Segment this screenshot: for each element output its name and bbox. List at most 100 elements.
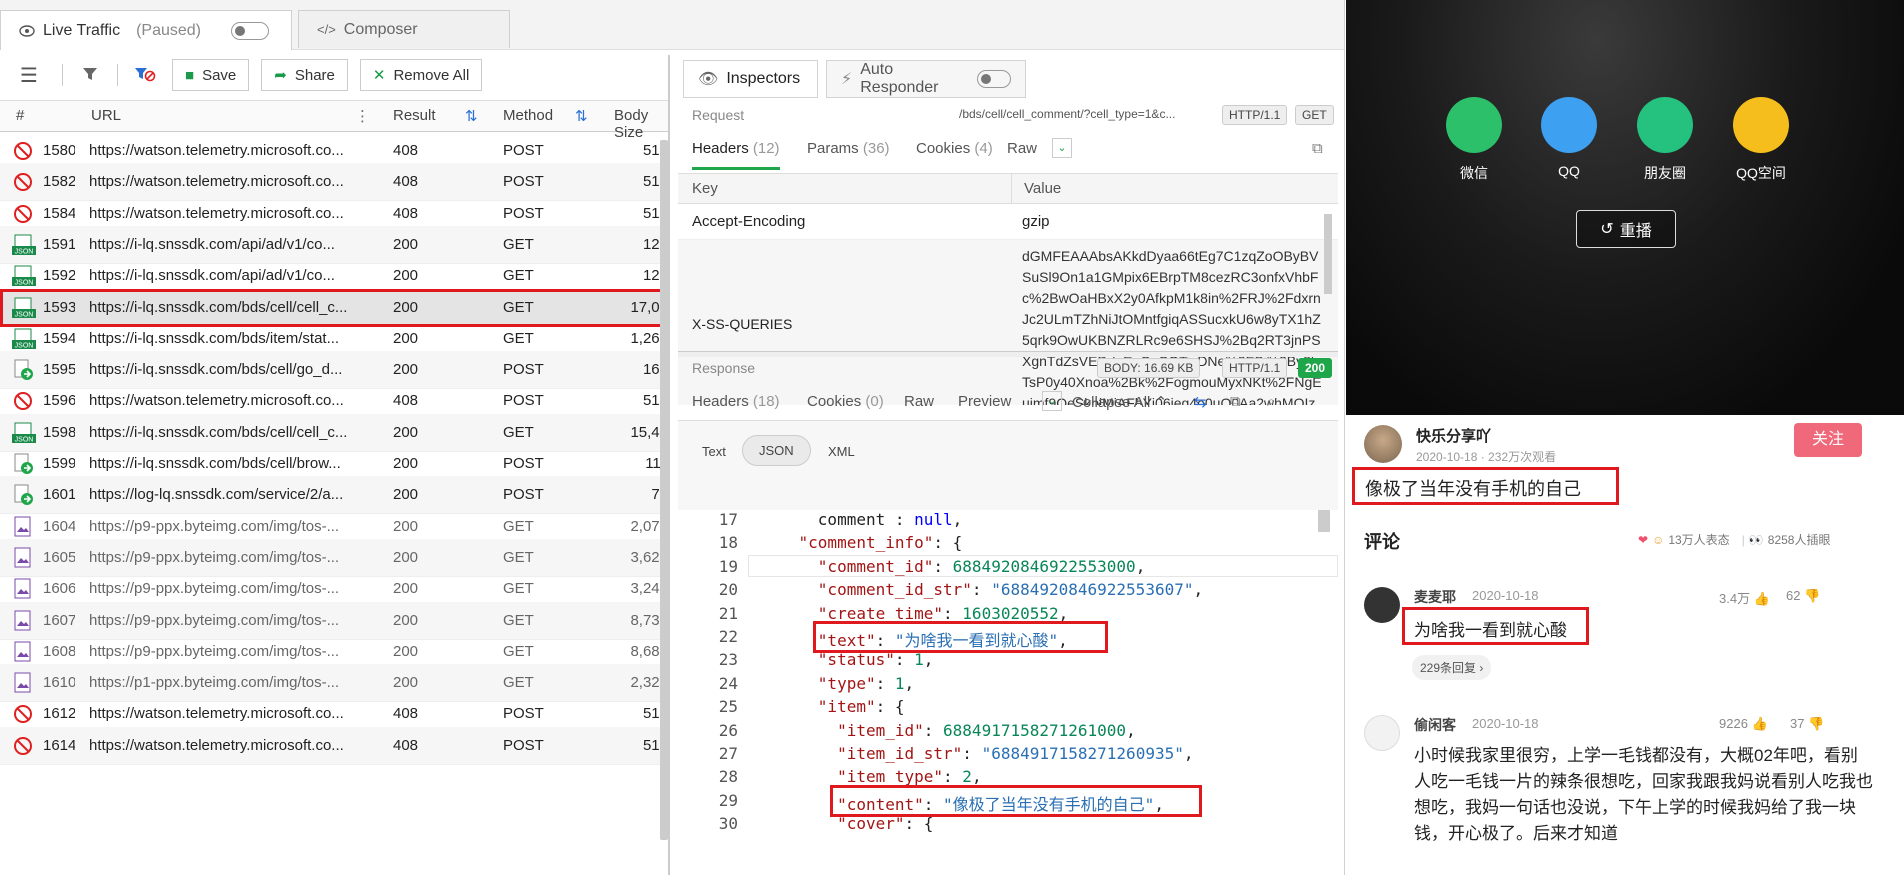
session-body-size: 3,622: [630, 548, 668, 566]
block-icon: [12, 390, 36, 412]
comment-user[interactable]: 偷闲客: [1414, 715, 1456, 735]
tab-resp-headers[interactable]: Headers (18): [692, 393, 780, 410]
col-result-header[interactable]: Result: [393, 107, 436, 124]
tab-resp-raw[interactable]: Raw: [904, 393, 934, 410]
tab-fmt-text[interactable]: Text: [702, 444, 726, 459]
scrollbar[interactable]: [1324, 214, 1332, 294]
filter-icon[interactable]: [75, 66, 105, 85]
clear-filter-icon[interactable]: [130, 66, 160, 85]
autoresponder-toggle[interactable]: [977, 70, 1011, 88]
collapse-all-button[interactable]: Collapse All ⌃: [1072, 393, 1167, 411]
tab-req-params[interactable]: Params (36): [807, 140, 890, 157]
avatar[interactable]: [1364, 425, 1402, 463]
session-body-size: 3,244: [630, 580, 668, 598]
request-http-version: HTTP/1.1: [1222, 105, 1288, 125]
splitter[interactable]: [668, 55, 670, 875]
tab-composer[interactable]: </> Composer: [298, 10, 510, 48]
session-result: 408: [393, 705, 419, 723]
remove-all-button[interactable]: ✕ Remove All: [359, 59, 483, 91]
session-url: https://watson.telemetry.microsoft.co...: [89, 173, 344, 191]
col-id-header[interactable]: #: [16, 107, 24, 124]
session-id: 1595: [43, 361, 75, 379]
divider: [117, 64, 118, 86]
save-label: Save: [202, 66, 237, 84]
code-line: "comment_id_str": "6884920846922553607",: [817, 580, 1204, 600]
video-player[interactable]: 微信 QQ 朋友圈 QQ空间 ↺ 重播: [1346, 0, 1904, 415]
copy-icon[interactable]: ⧉: [1312, 140, 1323, 157]
share-qzone-button[interactable]: QQ空间: [1731, 97, 1791, 183]
session-method: POST: [503, 486, 544, 504]
author-name[interactable]: 快乐分享吖: [1416, 425, 1491, 446]
comment-dislikes[interactable]: 62 👎: [1786, 588, 1820, 604]
session-url: https://watson.telemetry.microsoft.co...: [89, 705, 344, 723]
scrollbar[interactable]: [660, 140, 668, 840]
share-moments-button[interactable]: 朋友圈: [1635, 97, 1695, 183]
tab-live-traffic[interactable]: Live Traffic (Paused): [0, 10, 292, 50]
share-label: 微信: [1460, 165, 1488, 181]
col-url-header[interactable]: URL: [91, 107, 121, 124]
search-icon[interactable]: ⌕: [1267, 393, 1275, 410]
avatar[interactable]: [1364, 587, 1400, 623]
replay-button[interactable]: ↺ 重播: [1576, 210, 1676, 248]
tab-fmt-json[interactable]: JSON: [742, 435, 811, 466]
reactions-summary[interactable]: ❤ ☺ 13万人表态 | 👀 8258人插眼: [1638, 531, 1830, 548]
comment-likes[interactable]: 9226 👍: [1719, 716, 1768, 732]
session-url: https://i-lq.snssdk.com/api/ad/v1/co...: [89, 235, 335, 253]
json-icon: JSON: [12, 297, 36, 319]
tab-resp-preview[interactable]: Preview: [958, 393, 1011, 410]
image-icon: [12, 641, 36, 663]
follow-button[interactable]: 关注: [1794, 423, 1862, 457]
tab-resp-cookies[interactable]: Cookies (0): [807, 393, 884, 410]
copy-icon[interactable]: ⧉: [1230, 393, 1241, 410]
scrollbar[interactable]: [1318, 510, 1330, 532]
tab-req-cookies[interactable]: Cookies (4): [916, 140, 993, 157]
replies-button[interactable]: 229条回复 ›: [1412, 655, 1492, 680]
code-line: "cover": {: [837, 814, 934, 834]
share-qq-button[interactable]: QQ: [1539, 97, 1599, 179]
chevron-down-icon[interactable]: ⌄: [1042, 391, 1062, 411]
line-number: 25: [718, 697, 738, 717]
sessions-toolbar: ☰ ■ Save ➦ Share ✕ Remove All: [0, 55, 670, 95]
table-row[interactable]: Accept-Encoding gzip: [678, 204, 1338, 240]
post-icon: [12, 359, 36, 381]
body-size-badge: BODY: 16.69 KB: [1097, 358, 1201, 378]
sort-filter-icon[interactable]: ⇅: [575, 107, 588, 125]
session-method: POST: [503, 142, 544, 159]
share-button[interactable]: ➦ Share: [261, 59, 348, 91]
panel-splitter[interactable]: [678, 351, 1338, 357]
emoji-icon: ❤: [1638, 532, 1649, 547]
tab-inspectors[interactable]: 👁 Inspectors: [683, 60, 818, 98]
save-button[interactable]: ■ Save: [172, 59, 250, 91]
table-row[interactable]: 1614 https://watson.telemetry.microsoft.c…: [0, 726, 670, 765]
session-body-size: 2,320: [630, 674, 668, 692]
col-method-header[interactable]: Method: [503, 107, 553, 124]
req-cookies-label: Cookies: [916, 140, 971, 157]
comment-dislikes[interactable]: 37 👎: [1790, 716, 1824, 732]
dislike-count: 8258人插眼: [1767, 533, 1831, 547]
req-cookies-count: (4): [974, 140, 993, 157]
capture-toggle[interactable]: [231, 21, 269, 40]
tab-fmt-xml[interactable]: XML: [828, 444, 855, 459]
req-params-label: Params: [807, 140, 859, 157]
emoji-icon: ☺: [1652, 532, 1665, 547]
share-wechat-button[interactable]: 微信: [1444, 97, 1504, 183]
column-menu-icon[interactable]: ⋮: [355, 107, 370, 125]
divider: |: [1741, 532, 1745, 547]
tab-auto-responder[interactable]: ⚡ Auto Responder: [826, 60, 1026, 98]
highlight-box: [830, 784, 1202, 817]
header-key: Accept-Encoding: [692, 213, 806, 230]
chevron-down-icon[interactable]: ⌄: [1052, 138, 1072, 158]
code-line: "item_id_str": "6884917158271260935",: [837, 744, 1194, 763]
comment-user[interactable]: 麦麦耶: [1414, 587, 1456, 607]
menu-icon[interactable]: ☰: [20, 63, 50, 88]
tab-req-raw[interactable]: Raw: [1007, 140, 1037, 157]
session-body-size: 163: [642, 361, 668, 379]
top-tab-bar: Live Traffic (Paused) </> Composer: [0, 0, 1344, 50]
session-id: 1598: [43, 423, 75, 441]
highlight-box: [1402, 607, 1589, 645]
avatar[interactable]: [1364, 715, 1400, 751]
wrap-icon[interactable]: ⇆: [1194, 393, 1207, 411]
comment-likes[interactable]: 3.4万 👍: [1719, 588, 1770, 607]
tab-req-headers[interactable]: Headers (12): [692, 140, 780, 157]
sort-filter-icon[interactable]: ⇅: [465, 107, 478, 125]
